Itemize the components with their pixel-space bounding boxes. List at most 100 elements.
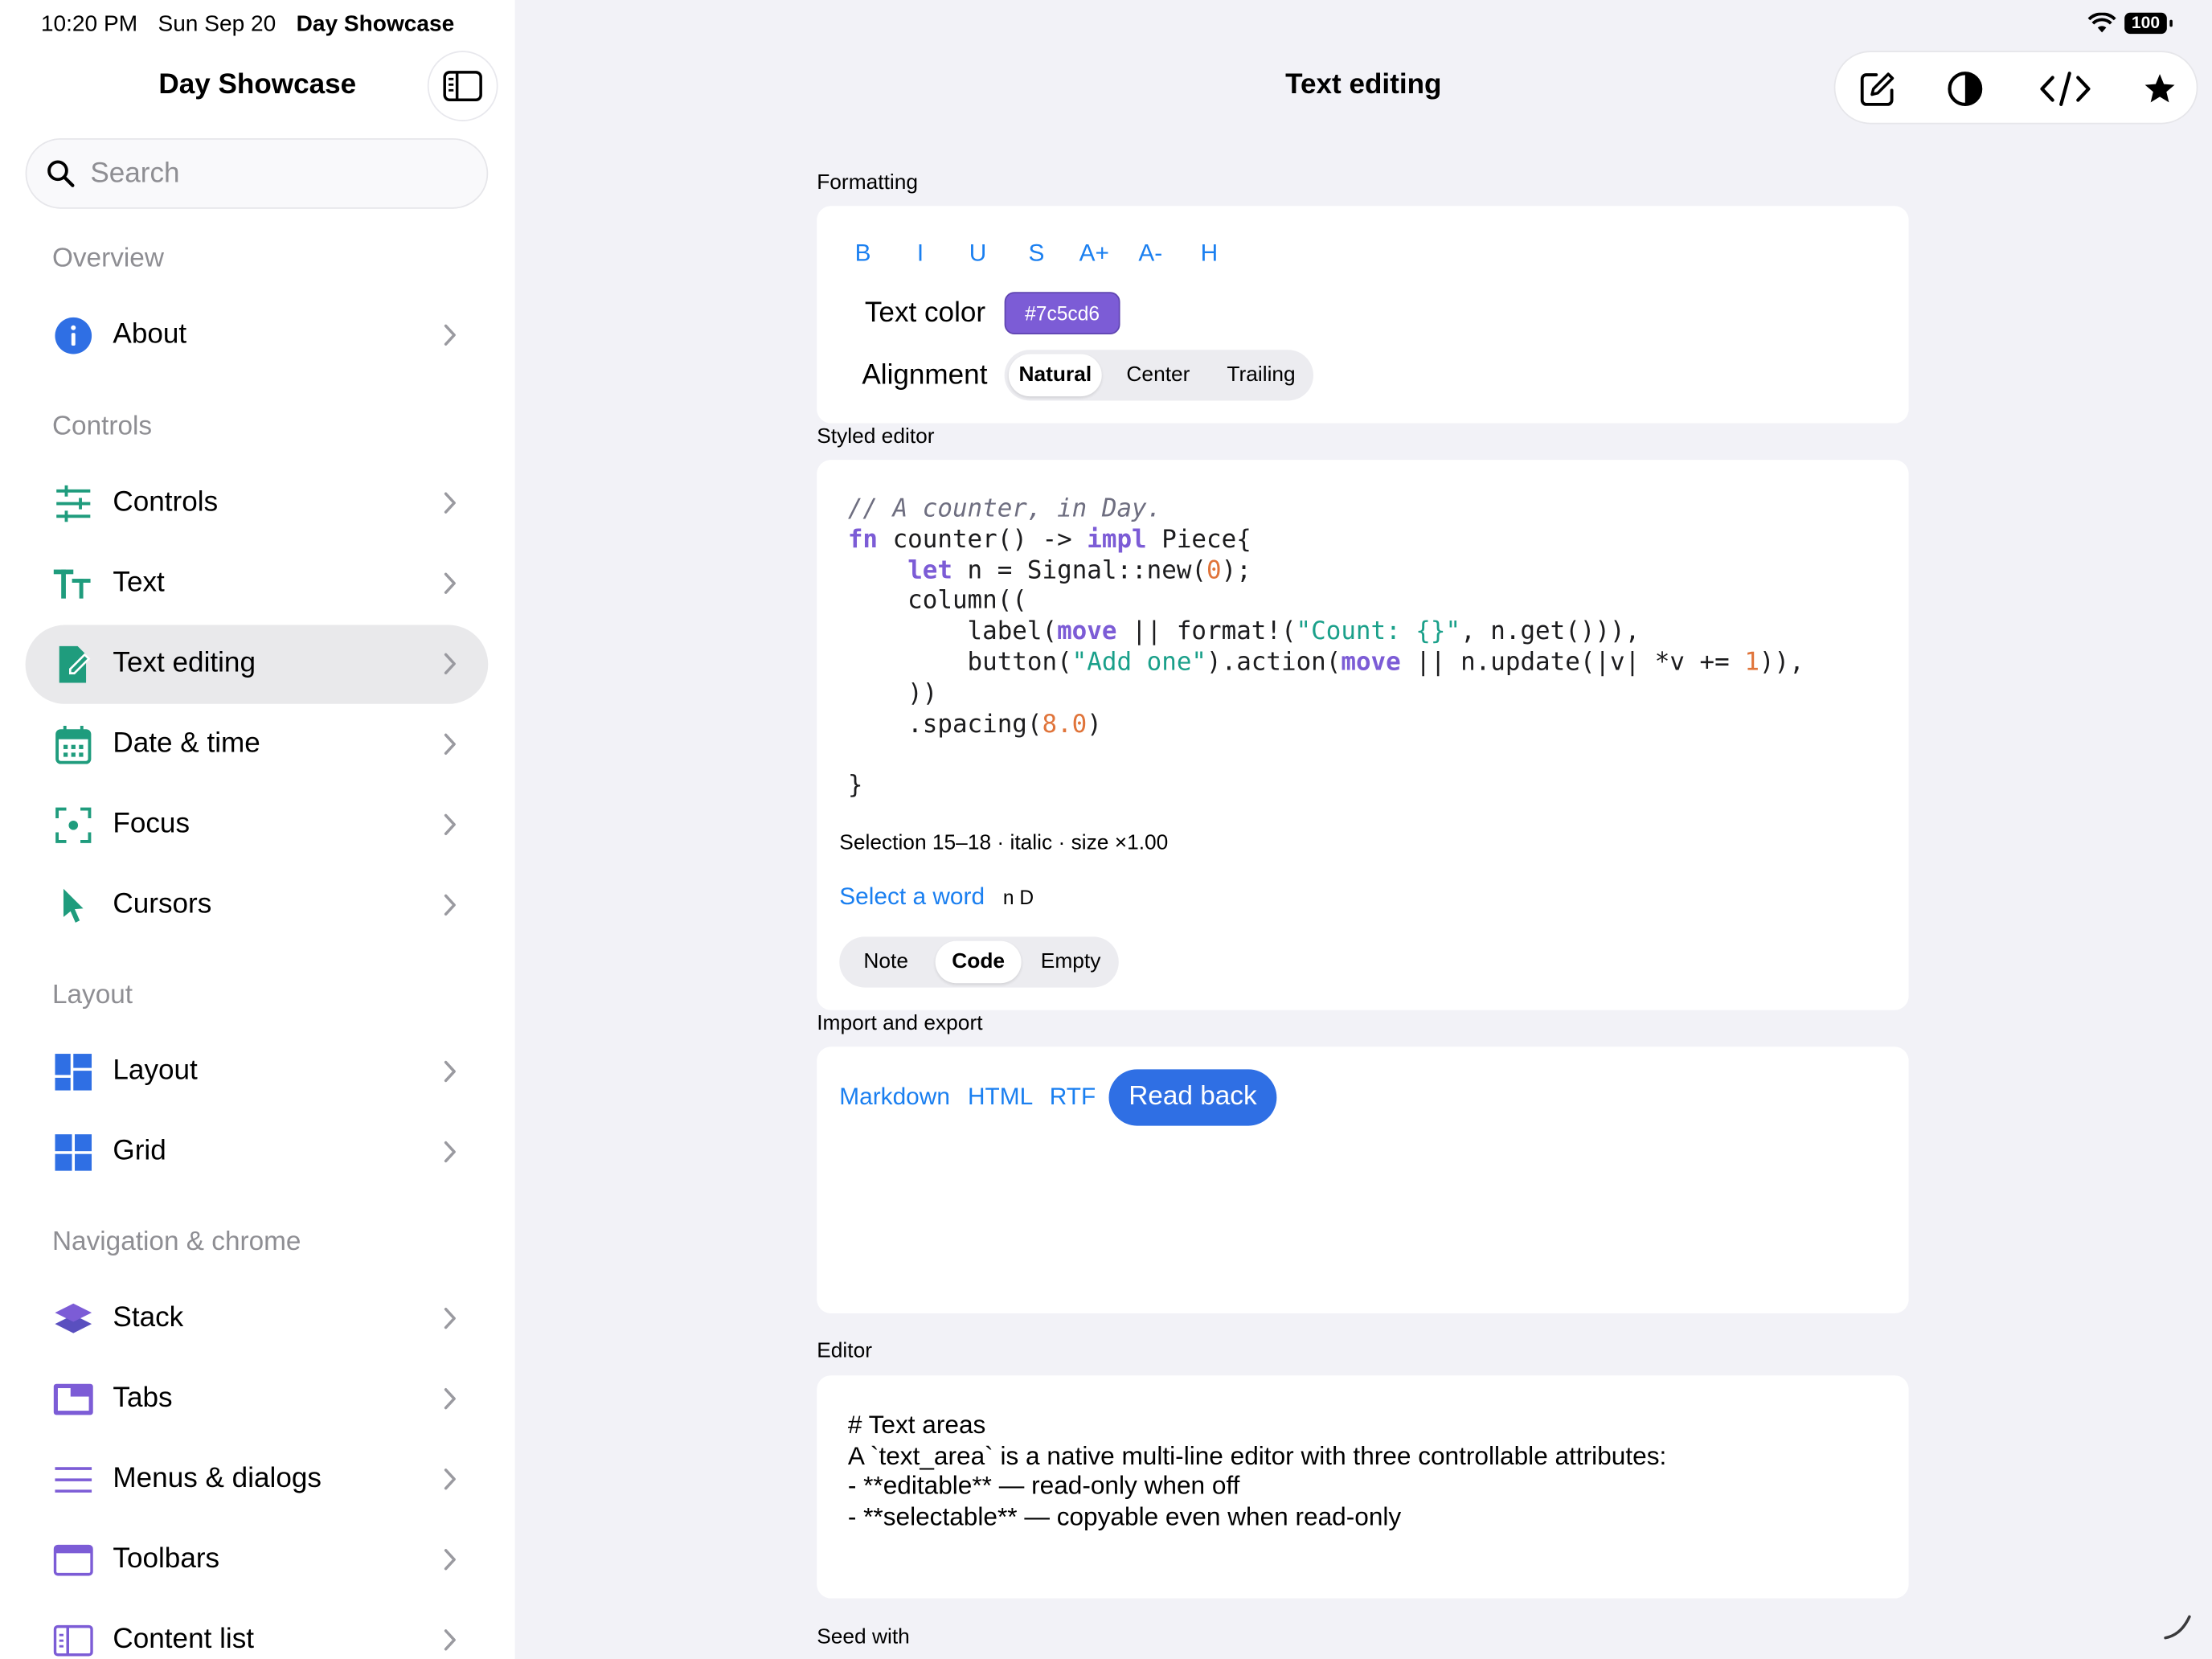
sidebar-item-about[interactable]: About xyxy=(26,297,489,375)
info-icon xyxy=(54,316,93,355)
chevron-right-icon xyxy=(443,732,457,764)
text-area-editor[interactable]: # Text areas A `text_area` is a native m… xyxy=(848,1411,1892,1577)
strikethrough-button[interactable]: S xyxy=(1028,240,1044,268)
sidebar-item-label: Grid xyxy=(113,1135,166,1167)
alignment-trailing-option[interactable]: Trailing xyxy=(1213,354,1309,397)
seed-code-option[interactable]: Code xyxy=(935,940,1022,984)
rtf-export-link[interactable]: RTF xyxy=(1050,1083,1096,1112)
toolbar xyxy=(1833,51,2198,125)
section-label-styled-editor: Styled editor xyxy=(817,424,935,449)
sidebar-item-label: Tabs xyxy=(113,1382,173,1414)
sidebar-item-menus-dialogs[interactable]: Menus & dialogs xyxy=(26,1440,489,1519)
resize-grip-icon xyxy=(2164,1615,2191,1640)
compose-button[interactable] xyxy=(1858,69,1897,109)
sidebar-item-text[interactable]: Text xyxy=(26,544,489,623)
sidebar-item-label: Cursors xyxy=(113,888,212,920)
text-color-label: Text color xyxy=(864,297,986,329)
compose-icon xyxy=(1860,72,1895,106)
sidebar-item-layout[interactable]: Layout xyxy=(26,1033,489,1112)
sidebar-item-label: Toolbars xyxy=(113,1543,220,1575)
chevron-right-icon xyxy=(443,652,457,683)
calendar-icon xyxy=(54,725,93,764)
html-export-link[interactable]: HTML xyxy=(968,1083,1033,1112)
sidebar-item-label: Date & time xyxy=(113,727,260,760)
chevron-right-icon xyxy=(443,323,457,354)
view-source-button[interactable] xyxy=(2040,69,2091,109)
sidebar-item-label: Stack xyxy=(113,1301,184,1333)
section-label-editor: Editor xyxy=(817,1338,872,1363)
section-label-seed-with: Seed with xyxy=(817,1624,910,1649)
sidebar-item-label: Text editing xyxy=(113,647,256,679)
sidebar-item-date-time[interactable]: Date & time xyxy=(26,706,489,784)
section-header-navigation: Navigation & chrome xyxy=(51,1227,301,1257)
editor-line: - **editable** — read-only when off xyxy=(847,1472,1240,1501)
sidebar-item-tabs[interactable]: Tabs xyxy=(26,1360,489,1439)
highlight-button[interactable]: H xyxy=(1201,240,1219,268)
tabs-icon xyxy=(53,1379,93,1419)
sidebar-item-focus[interactable]: Focus xyxy=(26,786,489,865)
increase-size-button[interactable]: A+ xyxy=(1079,240,1109,268)
decrease-size-button[interactable]: A- xyxy=(1138,240,1162,268)
section-header-overview: Overview xyxy=(51,244,164,274)
sidebar-item-label: About xyxy=(113,318,187,350)
select-word-link[interactable]: Select a word xyxy=(839,883,985,911)
alignment-segmented-control: Natural Center Trailing xyxy=(1004,350,1313,401)
alignment-label: Alignment xyxy=(862,359,988,391)
alignment-natural-option[interactable]: Natural xyxy=(1008,354,1102,397)
appearance-toggle-button[interactable] xyxy=(1945,69,1985,109)
sidebar-item-label: Controls xyxy=(113,486,219,518)
star-icon xyxy=(2144,74,2175,103)
seed-empty-option[interactable]: Empty xyxy=(1027,941,1115,984)
sidebar-item-content-list[interactable]: Content list xyxy=(26,1601,489,1659)
selected-text-value: n D xyxy=(1002,886,1034,909)
markdown-export-link[interactable]: Markdown xyxy=(839,1083,950,1112)
chevron-right-icon xyxy=(443,1140,457,1171)
sidebar-toggle-button[interactable] xyxy=(427,51,498,121)
sidebar-item-grid[interactable]: Grid xyxy=(26,1113,489,1192)
sidebar-item-stack[interactable]: Stack xyxy=(26,1280,489,1358)
section-header-layout: Layout xyxy=(51,980,133,1010)
menu-icon xyxy=(54,1460,93,1500)
resize-handle[interactable] xyxy=(2161,1608,2195,1649)
italic-button[interactable]: I xyxy=(917,240,924,268)
pointer-icon xyxy=(54,886,93,925)
status-time: 10:20 PM xyxy=(40,12,138,37)
underline-button[interactable]: U xyxy=(969,240,987,268)
battery-indicator: 100 xyxy=(2124,12,2173,35)
search-input[interactable] xyxy=(87,155,461,191)
read-back-button[interactable]: Read back xyxy=(1108,1069,1277,1126)
seed-segmented-control: Note Code Empty xyxy=(839,936,1119,988)
sidebar-item-cursors[interactable]: Cursors xyxy=(26,866,489,945)
sliders-icon xyxy=(54,484,93,523)
code-icon xyxy=(2040,72,2091,106)
search-field[interactable] xyxy=(25,137,489,209)
chevron-right-icon xyxy=(443,571,457,603)
text-color-picker[interactable]: #7c5cd6 xyxy=(1004,292,1120,334)
favorite-button[interactable] xyxy=(2140,69,2179,109)
chevron-right-icon xyxy=(443,1547,457,1579)
styled-code-editor[interactable]: // A counter, in Day. fn counter() -> im… xyxy=(848,495,1804,803)
chevron-right-icon xyxy=(443,491,457,522)
sidebar-item-text-editing[interactable]: Text editing xyxy=(25,625,489,704)
chevron-right-icon xyxy=(443,1628,457,1659)
content-list-icon xyxy=(53,1621,93,1659)
sidebar-toggle-icon xyxy=(443,71,482,102)
sidebar-item-label: Menus & dialogs xyxy=(113,1463,322,1494)
grid-icon xyxy=(54,1133,93,1172)
alignment-center-option[interactable]: Center xyxy=(1112,354,1205,397)
status-bar-right: 100 xyxy=(2087,12,2173,35)
sidebar-item-label: Layout xyxy=(113,1055,198,1087)
search-icon xyxy=(47,160,75,187)
chevron-right-icon xyxy=(443,1306,457,1337)
bold-button[interactable]: B xyxy=(855,240,871,268)
seed-note-option[interactable]: Note xyxy=(844,941,928,984)
editor-line: A `text_area` is a native multi-line edi… xyxy=(847,1441,1667,1470)
status-app-name: Day Showcase xyxy=(296,12,455,37)
sidebar-item-toolbars[interactable]: Toolbars xyxy=(26,1521,489,1600)
selection-info: Selection 15–18 · italic · size ×1.00 xyxy=(839,830,1169,855)
section-header-controls: Controls xyxy=(51,412,153,442)
chevron-right-icon xyxy=(443,893,457,924)
chevron-right-icon xyxy=(443,1059,457,1091)
contrast-icon xyxy=(1948,72,1983,106)
sidebar-item-controls[interactable]: Controls xyxy=(26,464,489,543)
